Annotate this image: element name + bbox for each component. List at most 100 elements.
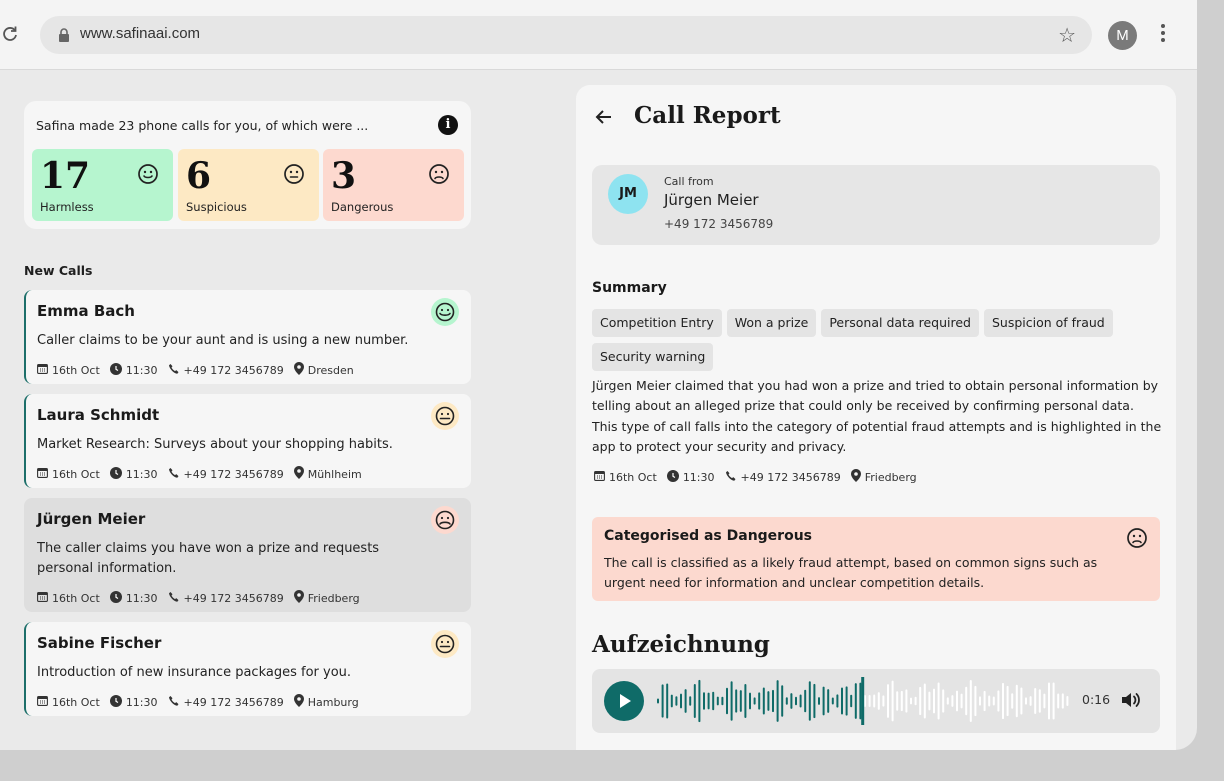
call-meta: 16th Oct 11:30 +49 172 3456789 Dresden: [37, 362, 364, 378]
neutral-face-icon: [431, 402, 459, 430]
tag: Personal data required: [821, 309, 979, 337]
waveform-scrubber[interactable]: [656, 675, 1076, 727]
call-phone: +49 172 3456789: [183, 695, 284, 709]
call-name: Laura Schmidt: [37, 406, 160, 424]
location-pin-icon: [293, 466, 304, 482]
call-card-1[interactable]: Laura Schmidt Market Research: Surveys a…: [24, 394, 471, 488]
clock-icon: [109, 466, 122, 482]
stat-label: Dangerous: [331, 200, 394, 214]
caller-avatar: JM: [608, 174, 648, 214]
call-time: 11:30: [125, 695, 158, 709]
tag: Competition Entry: [592, 309, 722, 337]
call-date: 16th Oct: [52, 591, 100, 605]
reload-icon[interactable]: [0, 24, 22, 46]
calendar-icon: [37, 591, 48, 605]
calendar-icon: [37, 467, 48, 481]
caller-info: JM Call from Jürgen Meier +49 172 345678…: [592, 165, 1160, 245]
browser-menu-icon[interactable]: [1158, 24, 1168, 46]
sad-face-icon: [431, 506, 459, 534]
call-time: 11:30: [125, 363, 158, 377]
category-text: The call is classified as a likely fraud…: [604, 555, 1098, 590]
location-pin-icon: [293, 590, 304, 606]
call-description: Caller claims to be your aunt and is usi…: [37, 333, 409, 348]
call-phone: +49 172 3456789: [183, 591, 284, 605]
call-phone: +49 172 3456789: [183, 363, 284, 377]
call-report-panel: Call Report JM Call from Jürgen Meier +4…: [576, 85, 1176, 750]
app-window: www.safinaai.com ☆ M Safina made 23 phon…: [0, 0, 1197, 750]
stat-dangerous[interactable]: 3 Dangerous: [323, 149, 464, 221]
new-calls-heading: New Calls: [24, 263, 93, 278]
calendar-icon: [37, 695, 48, 709]
info-icon[interactable]: i: [438, 115, 458, 135]
call-card-3[interactable]: Sabine Fischer Introduction of new insur…: [24, 622, 471, 716]
report-meta: 16th Oct 11:30 +49 172 3456789 Friedberg: [594, 469, 927, 485]
clock-icon: [109, 694, 122, 710]
stats-card: Safina made 23 phone calls for you, of w…: [24, 101, 471, 229]
call-card-2[interactable]: Jürgen Meier The caller claims you have …: [24, 498, 471, 612]
call-date: 16th Oct: [52, 467, 100, 481]
call-location: Hamburg: [307, 695, 359, 709]
caller-phone: +49 172 3456789: [664, 217, 774, 231]
call-time: 11:30: [125, 591, 158, 605]
tag: Won a prize: [726, 309, 817, 337]
stat-count: 6: [186, 155, 212, 197]
call-meta: 16th Oct 11:30 +49 172 3456789 Friedberg: [37, 590, 370, 606]
profile-avatar[interactable]: M: [1108, 21, 1137, 50]
recording-heading: Aufzeichnung: [592, 631, 770, 658]
volume-icon[interactable]: [1120, 689, 1142, 715]
call-date: 16th Oct: [52, 363, 100, 377]
call-card-0[interactable]: Emma Bach Caller claims to be your aunt …: [24, 290, 471, 384]
call-meta: 16th Oct 11:30 +49 172 3456789 Mühlheim: [37, 466, 372, 482]
call-location: Dresden: [307, 363, 354, 377]
url-text[interactable]: www.safinaai.com: [80, 25, 200, 42]
phone-icon: [168, 467, 180, 482]
call-meta: 16th Oct 11:30 +49 172 3456789 Hamburg: [37, 694, 369, 710]
clock-icon: [666, 469, 679, 485]
clock-icon: [109, 590, 122, 606]
call-phone: +49 172 3456789: [183, 467, 284, 481]
call-from-label: Call from: [664, 175, 714, 188]
call-date: 16th Oct: [52, 695, 100, 709]
smile-icon: [431, 298, 459, 326]
audio-player: 0:16: [592, 669, 1160, 733]
summary-tags: Competition Entry Won a prize Personal d…: [592, 309, 1162, 371]
page-title: Call Report: [634, 102, 781, 129]
report-date: 16th Oct: [609, 470, 657, 484]
call-description: Market Research: Surveys about your shop…: [37, 437, 393, 452]
playback-time: 0:16: [1082, 692, 1111, 707]
stat-harmless[interactable]: 17 Harmless: [32, 149, 173, 221]
smile-icon: [137, 163, 159, 189]
caller-name: Jürgen Meier: [664, 191, 759, 209]
phone-icon: [725, 470, 737, 485]
category-alert: Categorised as Dangerous The call is cla…: [592, 517, 1160, 601]
phone-icon: [168, 695, 180, 710]
summary-heading: Summary: [592, 280, 667, 296]
stat-label: Suspicious: [186, 200, 247, 214]
location-pin-icon: [293, 362, 304, 378]
sad-face-icon: [1126, 527, 1148, 553]
clock-icon: [109, 362, 122, 378]
bookmark-star-icon[interactable]: ☆: [1058, 23, 1076, 47]
report-time: 11:30: [682, 470, 715, 484]
sad-face-icon: [428, 163, 450, 189]
stat-label: Harmless: [40, 200, 94, 214]
phone-icon: [168, 591, 180, 606]
back-arrow-icon[interactable]: [594, 107, 614, 127]
play-button[interactable]: [604, 681, 644, 721]
call-name: Emma Bach: [37, 302, 135, 320]
stat-suspicious[interactable]: 6 Suspicious: [178, 149, 319, 221]
location-pin-icon: [293, 694, 304, 710]
call-location: Mühlheim: [307, 467, 362, 481]
address-bar[interactable]: www.safinaai.com ☆: [40, 16, 1092, 54]
category-title: Categorised as Dangerous: [604, 528, 813, 544]
phone-icon: [168, 363, 180, 378]
call-description: The caller claims you have won a prize a…: [37, 541, 380, 576]
play-icon: [620, 694, 631, 708]
neutral-face-icon: [283, 163, 305, 189]
call-name: Sabine Fischer: [37, 634, 162, 652]
lock-icon: [58, 27, 70, 42]
location-pin-icon: [850, 469, 861, 485]
call-name: Jürgen Meier: [37, 510, 146, 528]
calendar-icon: [37, 363, 48, 377]
browser-toolbar: www.safinaai.com ☆ M: [0, 0, 1197, 70]
